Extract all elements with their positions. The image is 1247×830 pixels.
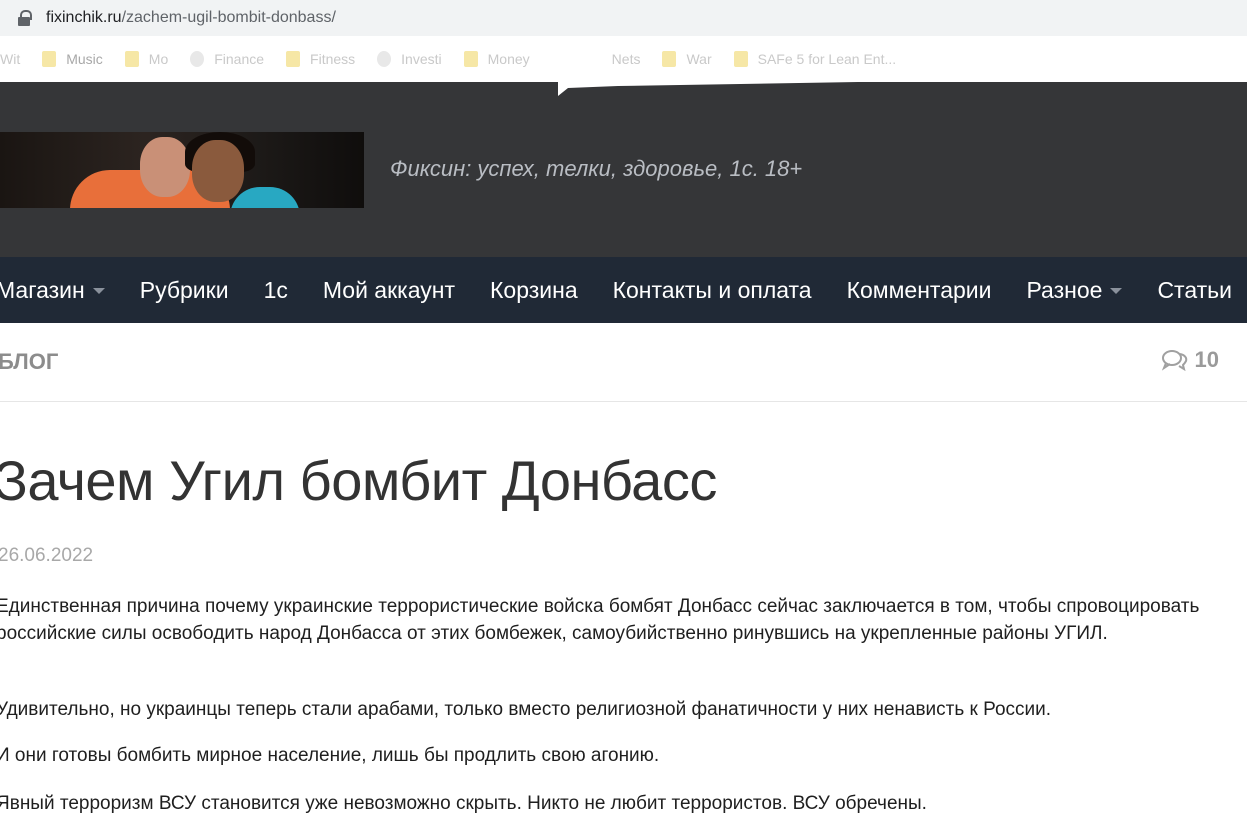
url-field[interactable]: fixinchik.ru/zachem-ugil-bombit-donbass/ bbox=[0, 3, 1247, 33]
bookmark-item[interactable]: Music bbox=[42, 51, 103, 67]
comments-link[interactable]: 10 bbox=[1161, 347, 1219, 373]
main-nav: Магазин Рубрики 1с Мой аккаунт Корзина К… bbox=[0, 257, 1247, 323]
nav-item-my-account[interactable]: Мой аккаунт bbox=[323, 277, 455, 304]
nav-label: Разное bbox=[1026, 276, 1103, 303]
nav-label: Мой аккаунт bbox=[322, 276, 455, 303]
bookmark-item[interactable]: Mo bbox=[124, 51, 169, 67]
bookmark-label: Investi bbox=[401, 51, 442, 67]
article-paragraph: Явный терроризм ВСУ становится уже невоз… bbox=[0, 793, 927, 814]
bookmark-label: Finance bbox=[214, 51, 265, 67]
article-paragraph: Единственная причина почему украинские т… bbox=[0, 596, 1200, 644]
bookmark-label: Mo bbox=[148, 51, 169, 67]
bookmark-item[interactable]: Fitness bbox=[286, 51, 355, 67]
lock-icon[interactable] bbox=[18, 10, 32, 26]
bookmark-label: Fitness bbox=[310, 51, 356, 67]
bookmark-label: Money bbox=[487, 51, 530, 67]
nav-label: Магазин bbox=[0, 276, 85, 303]
globe-icon bbox=[190, 51, 205, 67]
bookmark-item[interactable]: Finance bbox=[190, 51, 264, 67]
folder-icon bbox=[463, 51, 478, 67]
article-paragraph: И они готовы бомбить мирное население, л… bbox=[0, 745, 660, 766]
header-banner-image[interactable] bbox=[0, 132, 364, 208]
nav-item-shop[interactable]: Магазин bbox=[0, 277, 105, 304]
nav-item-comments[interactable]: Комментарии bbox=[847, 277, 992, 304]
chevron-down-icon bbox=[1110, 288, 1123, 294]
nav-label: Комментарии bbox=[846, 276, 992, 303]
bookmark-item[interactable]: Money bbox=[463, 51, 530, 67]
nav-item-contacts[interactable]: Контакты и оплата bbox=[613, 277, 812, 304]
nav-item-1c[interactable]: 1с bbox=[264, 277, 288, 304]
comment-count: 10 bbox=[1194, 347, 1219, 372]
bookmark-item[interactable]: Nets bbox=[612, 51, 641, 67]
bookmark-item[interactable]: SAFe 5 for Lean Ent... bbox=[733, 51, 897, 67]
bookmarks-bar: Wit Music Mo Finance Fitness Investi Mon… bbox=[0, 36, 1247, 82]
bookmark-label: Music bbox=[66, 51, 103, 67]
browser-address-bar: fixinchik.ru/zachem-ugil-bombit-donbass/ bbox=[0, 0, 1247, 36]
bookmark-label: War bbox=[686, 51, 712, 67]
nav-label: Контакты и оплата bbox=[612, 276, 812, 303]
bookmark-item[interactable]: Wit bbox=[0, 51, 20, 67]
folder-icon bbox=[286, 51, 301, 67]
nav-item-categories[interactable]: Рубрики bbox=[140, 277, 229, 304]
nav-label: Рубрики bbox=[139, 276, 229, 303]
article-title: Зачем Угил бомбит Донбасс bbox=[0, 449, 717, 512]
article-date: 26.06.2022 bbox=[0, 545, 94, 566]
bookmark-item[interactable]: War bbox=[662, 51, 712, 67]
nav-label: Статьи bbox=[1157, 276, 1232, 303]
bookmark-icon bbox=[733, 51, 748, 67]
bookmark-label: Wit bbox=[0, 51, 21, 67]
nav-label: Корзина bbox=[490, 276, 578, 303]
folder-icon bbox=[662, 51, 677, 67]
category-link[interactable]: БЛОГ bbox=[0, 349, 58, 375]
folder-icon bbox=[124, 51, 139, 67]
chevron-down-icon bbox=[92, 288, 105, 294]
folder-icon bbox=[42, 51, 57, 67]
site-tagline: Фиксин: успех, телки, здоровье, 1с. 18+ bbox=[390, 156, 803, 181]
globe-icon bbox=[377, 51, 392, 67]
category-bar: БЛОГ 10 bbox=[0, 323, 1247, 402]
nav-item-misc[interactable]: Разное bbox=[1026, 276, 1123, 304]
bookmark-item[interactable]: Investi bbox=[377, 51, 442, 67]
url-domain: fixinchik.ru bbox=[46, 9, 122, 26]
paper-tear-decoration bbox=[558, 82, 858, 96]
nav-label: 1с bbox=[263, 276, 288, 303]
url-path: /zachem-ugil-bombit-donbass/ bbox=[121, 9, 336, 26]
bookmark-label: SAFe 5 for Lean Ent... bbox=[757, 51, 897, 67]
nav-item-articles[interactable]: Статьи bbox=[1157, 277, 1232, 304]
url-text: fixinchik.ru/zachem-ugil-bombit-donbass/ bbox=[46, 9, 336, 27]
nav-item-cart[interactable]: Корзина bbox=[490, 277, 578, 304]
comments-icon bbox=[1161, 350, 1187, 372]
bookmark-label: Nets bbox=[611, 51, 641, 67]
article-paragraph: Удивительно, но украинцы теперь стали ар… bbox=[0, 699, 1052, 720]
